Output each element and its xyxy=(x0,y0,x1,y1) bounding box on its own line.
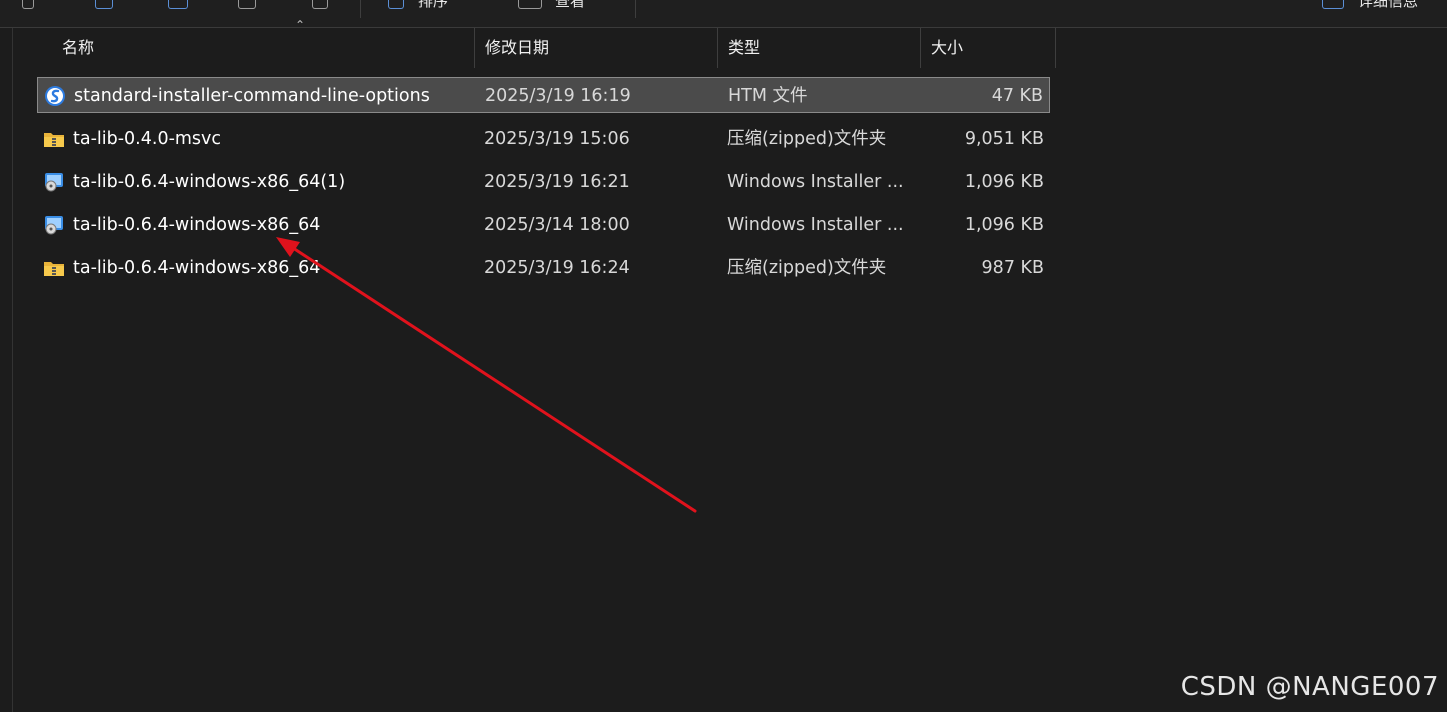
watermark: CSDN @NANGE007 xyxy=(1180,672,1439,702)
red-arrow-annotation xyxy=(276,237,697,513)
